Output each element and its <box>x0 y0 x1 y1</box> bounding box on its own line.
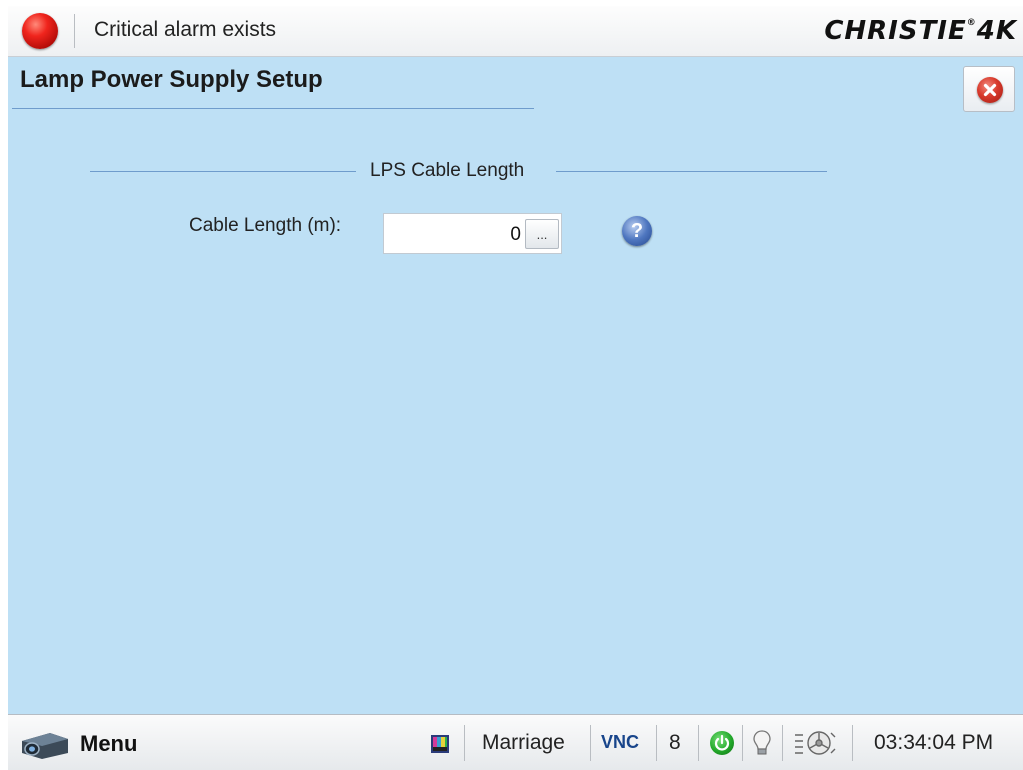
brand-name: CHRISTIE <box>824 16 967 46</box>
statusbar-divider <box>464 725 465 761</box>
power-icon[interactable] <box>710 731 734 755</box>
section-divider-left <box>90 171 356 172</box>
top-status-bar: Critical alarm exists CHRISTIE®4K <box>8 6 1023 57</box>
statusbar-divider <box>656 725 657 761</box>
statusbar-divider <box>782 725 783 761</box>
lamp-icon[interactable] <box>752 729 772 757</box>
statusbar-divider <box>852 725 853 761</box>
help-icon[interactable]: ? <box>622 216 652 246</box>
close-icon <box>977 77 1003 103</box>
vnc-indicator[interactable]: VNC <box>601 715 639 770</box>
cooling-fan-icon[interactable] <box>791 727 837 759</box>
page-title: Lamp Power Supply Setup <box>20 66 323 93</box>
cable-length-edit-button[interactable]: ... <box>525 219 559 249</box>
statusbar-divider <box>590 725 591 761</box>
bottom-status-bar: Menu Marriage VNC 8 03:34:04 PM <box>8 714 1023 770</box>
projector-icon <box>22 733 68 759</box>
menu-button[interactable]: Menu <box>12 721 162 765</box>
test-pattern-icon[interactable] <box>431 735 449 753</box>
section-divider-right <box>556 171 827 172</box>
statusbar-divider <box>698 725 699 761</box>
user-name[interactable]: Marriage <box>482 715 565 770</box>
menu-label: Menu <box>80 731 138 756</box>
header-divider <box>74 14 75 48</box>
close-button[interactable] <box>963 66 1015 112</box>
cable-length-label: Cable Length (m): <box>189 215 342 236</box>
alarm-indicator-icon[interactable] <box>22 13 58 49</box>
christie-logo: CHRISTIE®4K <box>824 16 1017 46</box>
title-divider <box>12 108 534 109</box>
clock: 03:34:04 PM <box>874 731 994 754</box>
brand-suffix: 4K <box>976 16 1017 46</box>
brand-registered-mark: ® <box>966 18 977 28</box>
alarm-status-text[interactable]: Critical alarm exists <box>94 18 276 42</box>
section-title: LPS Cable Length <box>370 160 525 181</box>
connection-count[interactable]: 8 <box>669 715 681 770</box>
cable-length-field[interactable]: 0 ... <box>383 213 562 254</box>
app-frame: Critical alarm exists CHRISTIE®4K Lamp P… <box>8 6 1023 770</box>
statusbar-divider <box>742 725 743 761</box>
cable-length-value[interactable]: 0 <box>510 224 521 246</box>
